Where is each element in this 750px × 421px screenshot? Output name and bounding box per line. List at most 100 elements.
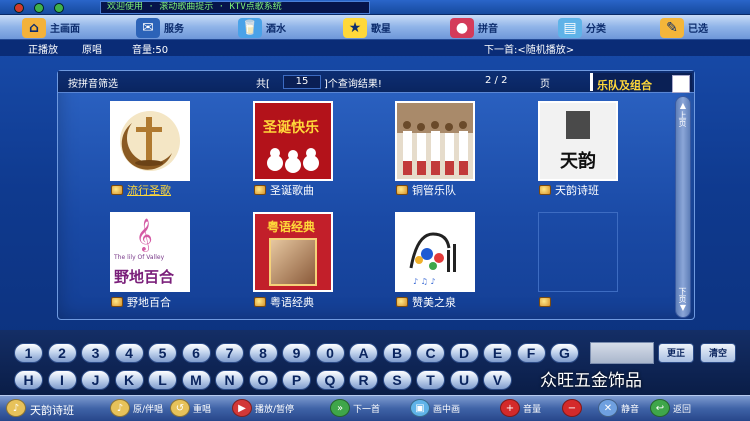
key-m[interactable]: M <box>181 370 211 390</box>
toolbar-play-pause-button[interactable]: ▶ 播放/暂停 <box>232 398 294 418</box>
tile-label-6[interactable]: 粤语经典 <box>254 294 314 310</box>
toolbar-label: 重唱 <box>193 404 212 415</box>
tile-label-7[interactable]: 赞美之泉 <box>396 294 456 310</box>
key-7[interactable]: 7 <box>215 343 244 363</box>
key-f[interactable]: F <box>516 343 546 363</box>
tile-cover-7[interactable]: ♪ ♫ ♪ <box>395 212 475 292</box>
key-6[interactable]: 6 <box>181 343 211 363</box>
toolbar-replay-button[interactable]: ↺ 重唱 <box>170 398 211 418</box>
cover-2-title: 圣诞快乐 <box>263 120 319 136</box>
song-disc-icon <box>539 185 551 195</box>
key-g[interactable]: G <box>550 343 579 363</box>
singer-star-icon: ★ <box>343 17 367 38</box>
key-1[interactable]: 1 <box>14 343 43 363</box>
key-a[interactable]: A <box>349 343 378 363</box>
toolbar-label: 播放/暂停 <box>255 404 295 415</box>
window-max-dot[interactable] <box>54 3 64 13</box>
praise-spring-art: ♪ ♫ ♪ <box>409 232 456 286</box>
clear-button[interactable]: 清空 <box>700 343 736 363</box>
track-mode-label: 原唱 <box>82 45 102 56</box>
key-j[interactable]: J <box>81 370 110 390</box>
key-r[interactable]: R <box>349 370 378 390</box>
tile-label-5-text: 野地百合 <box>127 296 171 309</box>
toolbar-label: 音量 <box>523 404 542 415</box>
page-unit: 页 <box>540 79 550 90</box>
nav-singers-label: 歌星 <box>371 24 391 35</box>
mic-icon: ♪ <box>110 399 130 417</box>
tile-label-8[interactable] <box>539 294 555 310</box>
key-3[interactable]: 3 <box>81 343 110 363</box>
toolbar-back-button[interactable]: ↩ 返回 <box>650 398 691 418</box>
tile-cover-4[interactable]: 天韵 <box>538 101 618 181</box>
tile-cover-3[interactable] <box>395 101 475 181</box>
tile-cover-2[interactable]: 圣诞快乐 <box>253 101 333 181</box>
toolbar-volume-up-button[interactable]: + 音量 <box>500 398 541 418</box>
nav-selected[interactable]: ✎ 已选 <box>660 16 708 39</box>
key-e[interactable]: E <box>483 343 512 363</box>
tile-label-3-text: 铜管乐队 <box>412 184 456 197</box>
nav-home[interactable]: ⌂ 主画面 <box>22 16 80 39</box>
toolbar-mute-button[interactable]: ✕ 静音 <box>598 398 639 418</box>
volume-label: 音量:50 <box>132 45 169 56</box>
nav-pinyin[interactable]: ● 拼音 <box>450 16 498 39</box>
key-s[interactable]: S <box>382 370 412 390</box>
scroll-page-down[interactable]: 下页 ▼ <box>677 287 689 313</box>
nav-singers[interactable]: ★ 歌星 <box>343 16 391 39</box>
tile-label-1[interactable]: 流行圣歌 <box>111 182 171 198</box>
tile-cover-8-empty[interactable] <box>538 212 618 292</box>
back-icon: ↩ <box>650 399 670 417</box>
tile-cover-6[interactable]: 粤语经典 <box>253 212 333 292</box>
toolbar-next-track-button[interactable]: » 下一首 <box>330 398 380 418</box>
key-0[interactable]: 0 <box>315 343 345 363</box>
key-p[interactable]: P <box>282 370 311 390</box>
nav-service-label: 服务 <box>164 24 184 35</box>
key-c[interactable]: C <box>416 343 445 363</box>
nav-category[interactable]: ▤ 分类 <box>558 16 606 39</box>
toolbar-pip-button[interactable]: ▣ 画中画 <box>410 398 460 418</box>
key-i[interactable]: I <box>47 370 77 390</box>
tile-label-3[interactable]: 铜管乐队 <box>396 182 456 198</box>
key-o[interactable]: O <box>248 370 278 390</box>
toolbar-mic-button[interactable]: ♪ 原/伴唱 <box>110 398 163 418</box>
key-t[interactable]: T <box>416 370 445 390</box>
key-d[interactable]: D <box>449 343 479 363</box>
title-strip: 欢迎使用 · 滚动歌曲提示 · KTV点歌系统 <box>0 0 750 15</box>
tile-cover-1[interactable] <box>110 101 190 181</box>
tile-label-4[interactable]: 天韵诗班 <box>539 182 599 198</box>
tile-label-5[interactable]: 野地百合 <box>111 294 171 310</box>
total-prefix: 共[ <box>256 79 270 90</box>
next-song-label: 下一首:<随机播放> <box>484 45 575 56</box>
page-scrollbar[interactable]: ▲ 上页 下页 ▼ <box>675 96 691 318</box>
cover-5-small: The lily Of Valley <box>114 254 165 261</box>
correct-button[interactable]: 更正 <box>658 343 694 363</box>
key-b[interactable]: B <box>382 343 412 363</box>
total-suffix: ]个查询结果! <box>324 79 382 90</box>
key-n[interactable]: N <box>215 370 244 390</box>
pinyin-input[interactable] <box>590 342 654 364</box>
category-checkbox[interactable] <box>672 75 690 93</box>
window-close-dot[interactable] <box>14 3 24 13</box>
window-min-dot[interactable] <box>34 3 44 13</box>
tile-label-2-text: 圣诞歌曲 <box>270 184 314 197</box>
key-v[interactable]: V <box>483 370 512 390</box>
key-8[interactable]: 8 <box>248 343 278 363</box>
key-q[interactable]: Q <box>315 370 345 390</box>
key-u[interactable]: U <box>449 370 479 390</box>
category-title-text: 乐队及组合 <box>597 79 652 92</box>
toolbar-volume-down-button[interactable]: − <box>562 398 585 418</box>
key-2[interactable]: 2 <box>47 343 77 363</box>
key-4[interactable]: 4 <box>114 343 144 363</box>
tile-cover-5[interactable]: 𝄞 The lily Of Valley 野地百合 <box>110 212 190 292</box>
key-h[interactable]: H <box>14 370 43 390</box>
category-title[interactable]: 乐队及组合 <box>590 73 692 93</box>
nav-drinks[interactable]: 🥛 酒水 <box>238 16 286 39</box>
nav-service[interactable]: ✉ 服务 <box>136 16 184 39</box>
tile-label-2[interactable]: 圣诞歌曲 <box>254 182 314 198</box>
key-l[interactable]: L <box>148 370 177 390</box>
toolbar-label: 下一首 <box>353 404 381 415</box>
key-5[interactable]: 5 <box>148 343 177 363</box>
scroll-page-up[interactable]: ▲ 上页 <box>677 101 689 127</box>
next-track-icon: » <box>330 399 350 417</box>
key-k[interactable]: K <box>114 370 144 390</box>
key-9[interactable]: 9 <box>282 343 311 363</box>
